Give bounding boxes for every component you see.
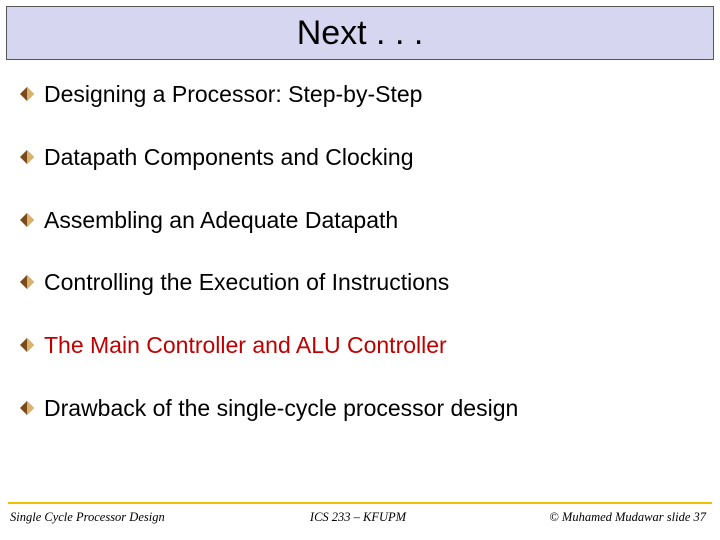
title-bar: Next . . . <box>6 6 714 60</box>
diamond-bullet-icon <box>20 275 34 289</box>
list-item: Designing a Processor: Step-by-Step <box>20 80 700 109</box>
list-item: Datapath Components and Clocking <box>20 143 700 172</box>
bullet-list: Designing a Processor: Step-by-Step Data… <box>20 80 700 457</box>
bullet-text: Designing a Processor: Step-by-Step <box>44 80 422 109</box>
footer-center: ICS 233 – KFUPM <box>210 510 506 525</box>
diamond-bullet-icon <box>20 338 34 352</box>
list-item: Assembling an Adequate Datapath <box>20 206 700 235</box>
bullet-text: Datapath Components and Clocking <box>44 143 414 172</box>
bullet-text: Assembling an Adequate Datapath <box>44 206 398 235</box>
bullet-text: Controlling the Execution of Instruction… <box>44 268 449 297</box>
diamond-bullet-icon <box>20 87 34 101</box>
bullet-text: Drawback of the single-cycle processor d… <box>44 394 518 423</box>
slide-title: Next . . . <box>297 14 424 53</box>
slide-footer: Single Cycle Processor Design ICS 233 – … <box>0 504 720 530</box>
diamond-bullet-icon <box>20 213 34 227</box>
diamond-bullet-icon <box>20 401 34 415</box>
list-item: Controlling the Execution of Instruction… <box>20 268 700 297</box>
diamond-bullet-icon <box>20 150 34 164</box>
list-item-highlight: The Main Controller and ALU Controller <box>20 331 700 360</box>
footer-left: Single Cycle Processor Design <box>10 510 210 525</box>
list-item: Drawback of the single-cycle processor d… <box>20 394 700 423</box>
bullet-text: The Main Controller and ALU Controller <box>44 331 447 360</box>
footer-right: © Muhamed Mudawar slide 37 <box>506 510 706 525</box>
